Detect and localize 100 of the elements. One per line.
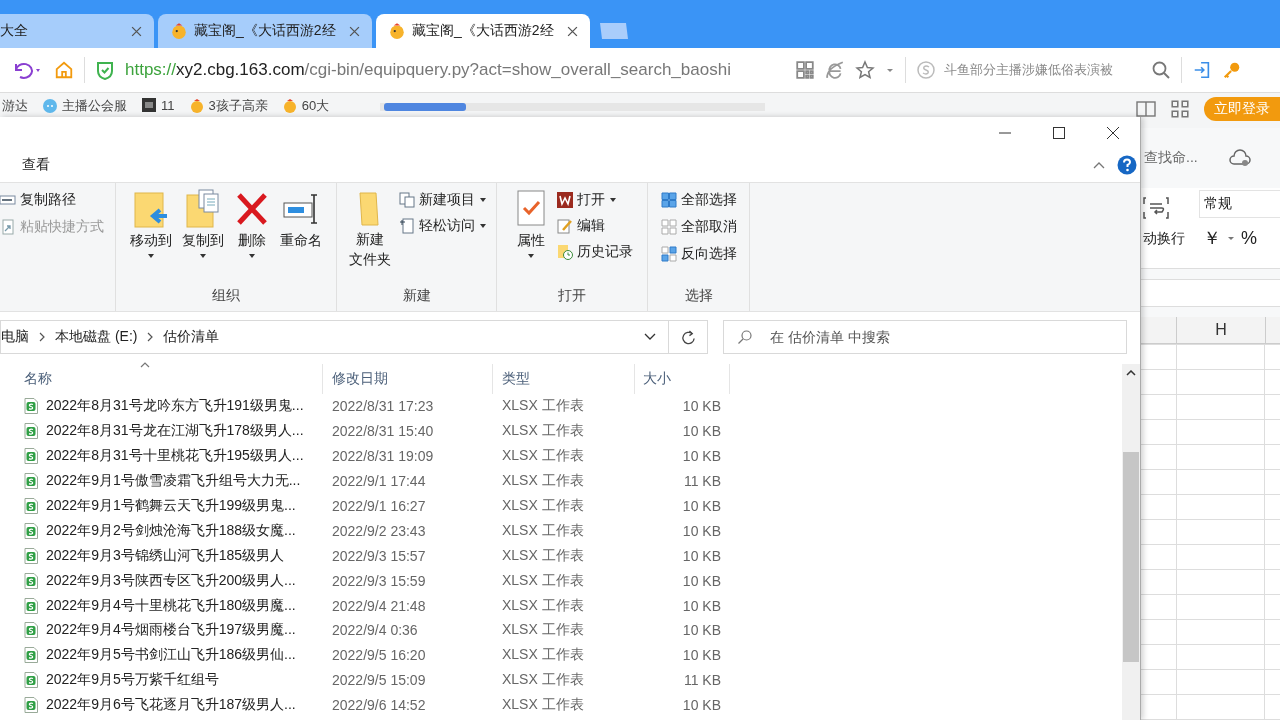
scroll-up-icon[interactable] <box>1126 370 1136 376</box>
browser-tab[interactable]: 大全 <box>0 14 154 48</box>
search-field[interactable]: 在 估价清单 中搜索 <box>723 320 1127 354</box>
column-header[interactable]: H <box>1177 317 1266 343</box>
ribbon-button[interactable]: 复制路径 <box>0 189 104 210</box>
spreadsheet-file-icon <box>24 547 38 564</box>
ribbon-tab[interactable]: 查看 <box>22 156 50 174</box>
spreadsheet-file-icon <box>24 647 38 664</box>
file-size: 10 KB <box>681 498 722 514</box>
bookmark[interactable]: 3孩子高亲 <box>188 97 268 115</box>
chick-icon <box>188 98 205 114</box>
grid-icon[interactable] <box>1170 99 1190 119</box>
ribbon-button[interactable]: 全部选择 <box>660 189 737 210</box>
bookmark[interactable]: 11 <box>141 97 175 113</box>
modified-date: 2022/8/31 15:40 <box>331 423 435 440</box>
ribbon-button[interactable]: 移动到 <box>128 187 174 261</box>
caret-icon <box>199 253 207 259</box>
qr-code-icon[interactable] <box>795 60 815 80</box>
chevron-down-icon[interactable] <box>644 333 656 341</box>
wps-icon <box>557 191 573 208</box>
spreadsheet-file-icon <box>24 572 38 589</box>
ribbon-button[interactable]: 重命名 <box>278 187 324 252</box>
number-format-field[interactable]: 常规 <box>1199 190 1280 218</box>
reader-icon[interactable] <box>1136 99 1156 119</box>
file-name[interactable]: 2022年9月1号傲雪凌霜飞升组号大力无... <box>46 472 301 491</box>
modified-date: 2022/9/3 15:59 <box>331 572 427 589</box>
file-name[interactable]: 2022年9月6号飞花逐月飞升187级男人... <box>46 696 296 715</box>
ribbon-button[interactable]: 复制到 <box>180 187 226 261</box>
wrap-text-label: 动换行 <box>1143 230 1185 248</box>
star-icon[interactable] <box>855 60 875 80</box>
group-label: 组织 <box>212 287 240 305</box>
ribbon-button[interactable]: 轻松访问 <box>398 215 487 236</box>
bookmark[interactable]: 主播公会服 <box>42 97 127 115</box>
address-field[interactable]: https://xy2.cbg.163.com/cgi-bin/equipquery.py?act=show_overall_search_baoshi <box>125 60 785 80</box>
modified-date: 2022/9/6 14:52 <box>331 697 427 714</box>
column-header[interactable]: 大小 <box>635 364 730 394</box>
file-size: 11 KB <box>682 672 722 689</box>
bookmark[interactable]: 游达 <box>2 97 28 115</box>
file-name[interactable]: 2022年9月5号书剑江山飞升186级男仙... <box>46 646 296 665</box>
ie-icon[interactable] <box>825 60 845 80</box>
caret-icon <box>478 196 487 203</box>
close-icon[interactable] <box>1106 125 1120 140</box>
file-size: 10 KB <box>681 398 722 415</box>
search-icon[interactable] <box>1151 60 1171 80</box>
modified-date: 2022/9/5 15:09 <box>331 672 427 689</box>
address-bar[interactable]: 电脑 本地磁盘 (E:) 估价清单 <box>0 320 668 354</box>
file-name[interactable]: 2022年9月3号锦绣山河飞升185级男人 <box>46 546 285 565</box>
file-type: XLSX 工作表 <box>501 646 585 665</box>
bookmark[interactable]: 60大 <box>281 97 330 115</box>
file-type: XLSX 工作表 <box>501 447 585 466</box>
collapse-icon[interactable] <box>1093 161 1105 169</box>
help-icon[interactable] <box>1117 155 1137 175</box>
ribbon-button[interactable]: 删除 <box>232 187 272 261</box>
spreadsheet-file-icon <box>24 473 38 490</box>
file-name[interactable]: 2022年9月5号万紫千红组号 <box>46 671 219 690</box>
image-icon <box>141 97 157 113</box>
search-field[interactable]: 斗鱼部分主播涉嫌低俗表演被 <box>916 60 1141 80</box>
ribbon-button[interactable]: 编辑 <box>557 215 633 236</box>
file-type: XLSX 工作表 <box>501 397 585 416</box>
vertical-scrollbar[interactable] <box>1122 364 1140 720</box>
file-name[interactable]: 2022年9月3号陕西专区飞升200级男人... <box>46 571 296 590</box>
breadcrumb-item[interactable]: 本地磁盘 (E:) <box>55 328 138 346</box>
file-name[interactable]: 2022年9月1号鹤舞云天飞升199级男鬼... <box>46 497 296 515</box>
caret-icon[interactable] <box>1227 234 1235 242</box>
history-icon <box>557 243 573 260</box>
file-type: XLSX 工作表 <box>501 521 585 540</box>
currency-button[interactable]: ￥ <box>1203 226 1221 250</box>
file-name[interactable]: 2022年8月31号龙吟东方飞升191级男鬼... <box>46 397 304 416</box>
column-header[interactable]: 类型 <box>493 364 635 394</box>
breadcrumb-item[interactable]: 估价清单 <box>163 328 220 346</box>
file-name[interactable]: 2022年8月31号龙在江湖飞升178级男人... <box>46 422 304 441</box>
properties-button[interactable]: 属性 <box>511 187 551 261</box>
file-size: 10 KB <box>681 522 722 539</box>
ribbon-button[interactable]: 历史记录 <box>557 241 633 262</box>
browser-tab[interactable]: 藏宝阁_《大话西游2经 <box>376 14 590 48</box>
ribbon-button[interactable]: 全部取消 <box>660 216 737 237</box>
column-header[interactable]: 修改日期 <box>323 364 493 394</box>
ribbon-button[interactable]: 新建项目 <box>398 189 487 210</box>
chevron-right-icon <box>147 332 154 342</box>
ribbon-button[interactable]: 打开 <box>557 189 633 210</box>
login-icon[interactable] <box>1192 60 1212 80</box>
ribbon-button[interactable]: 反向选择 <box>660 243 737 264</box>
file-name[interactable]: 2022年8月31号十里桃花飞升195级男人... <box>46 447 304 466</box>
shield-icon <box>95 60 115 80</box>
file-size: 10 KB <box>681 572 722 589</box>
wrap-text-icon[interactable] <box>1143 196 1169 220</box>
new-folder-button[interactable]: 新建 文件夹 <box>346 187 393 271</box>
percent-button[interactable]: % <box>1241 227 1257 249</box>
file-name[interactable]: 2022年9月2号剑烛沧海飞升188级女魔... <box>46 521 296 540</box>
maximize-icon[interactable] <box>1052 125 1066 140</box>
cloud-icon[interactable] <box>1227 148 1252 168</box>
column-header[interactable]: 名称 <box>0 364 323 394</box>
close-icon[interactable] <box>567 25 578 37</box>
refresh-button[interactable] <box>668 320 708 354</box>
file-name[interactable]: 2022年9月4号烟雨楼台飞升197级男魔... <box>46 621 296 640</box>
file-name[interactable]: 2022年9月4号十里桃花飞升180级男魔... <box>46 596 296 615</box>
find-command-field[interactable]: 查找命... <box>1144 149 1198 167</box>
browser-tab[interactable]: 藏宝阁_《大话西游2经 <box>158 14 372 48</box>
breadcrumb-item[interactable]: 电脑 <box>1 328 29 346</box>
modified-date: 2022/8/31 19:09 <box>331 448 435 465</box>
